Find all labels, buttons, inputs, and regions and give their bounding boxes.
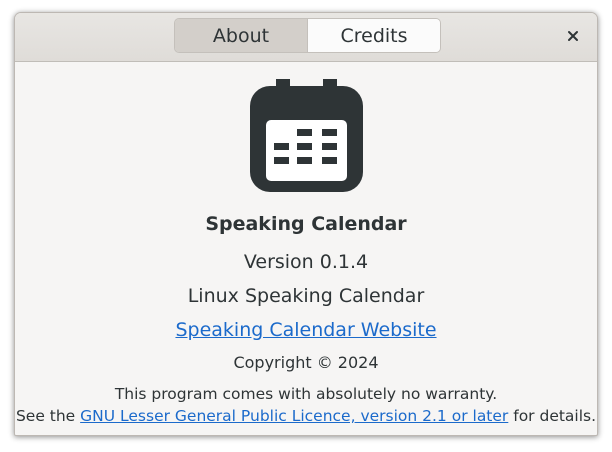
license-suffix: for details. bbox=[508, 407, 597, 425]
website-link[interactable]: Speaking Calendar Website bbox=[15, 319, 597, 341]
close-button[interactable] bbox=[563, 26, 583, 46]
app-name: Speaking Calendar bbox=[205, 213, 407, 235]
about-content: Speaking Calendar Version 0.1.4 Linux Sp… bbox=[15, 62, 597, 435]
app-version: Version 0.1.4 bbox=[243, 251, 369, 273]
calendar-icon bbox=[250, 79, 363, 192]
license-link[interactable]: GNU Lesser General Public Licence, versi… bbox=[80, 407, 508, 425]
license-warranty: This program comes with absolutely no wa… bbox=[114, 385, 498, 403]
copyright-text: Copyright © 2024 bbox=[233, 353, 379, 372]
tab-credits[interactable]: Credits bbox=[308, 19, 440, 52]
header-bar: About Credits bbox=[15, 13, 597, 62]
tab-about[interactable]: About bbox=[175, 19, 308, 52]
stack-switcher: About Credits bbox=[174, 18, 441, 53]
close-icon bbox=[568, 31, 578, 41]
license-prefix: See the bbox=[15, 407, 81, 425]
app-comments: Linux Speaking Calendar bbox=[187, 285, 425, 307]
about-dialog: About Credits Speaking Calendar Version … bbox=[14, 12, 598, 436]
license-text: This program comes with absolutely no wa… bbox=[15, 383, 597, 427]
